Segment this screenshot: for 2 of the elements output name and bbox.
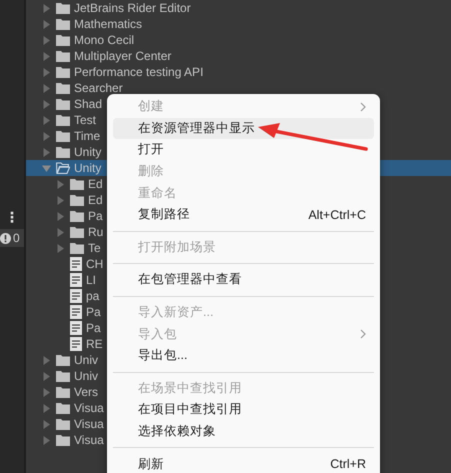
- shortcut-label: Alt+Ctrl+C: [308, 208, 366, 222]
- shortcut-label: Ctrl+R: [330, 457, 366, 472]
